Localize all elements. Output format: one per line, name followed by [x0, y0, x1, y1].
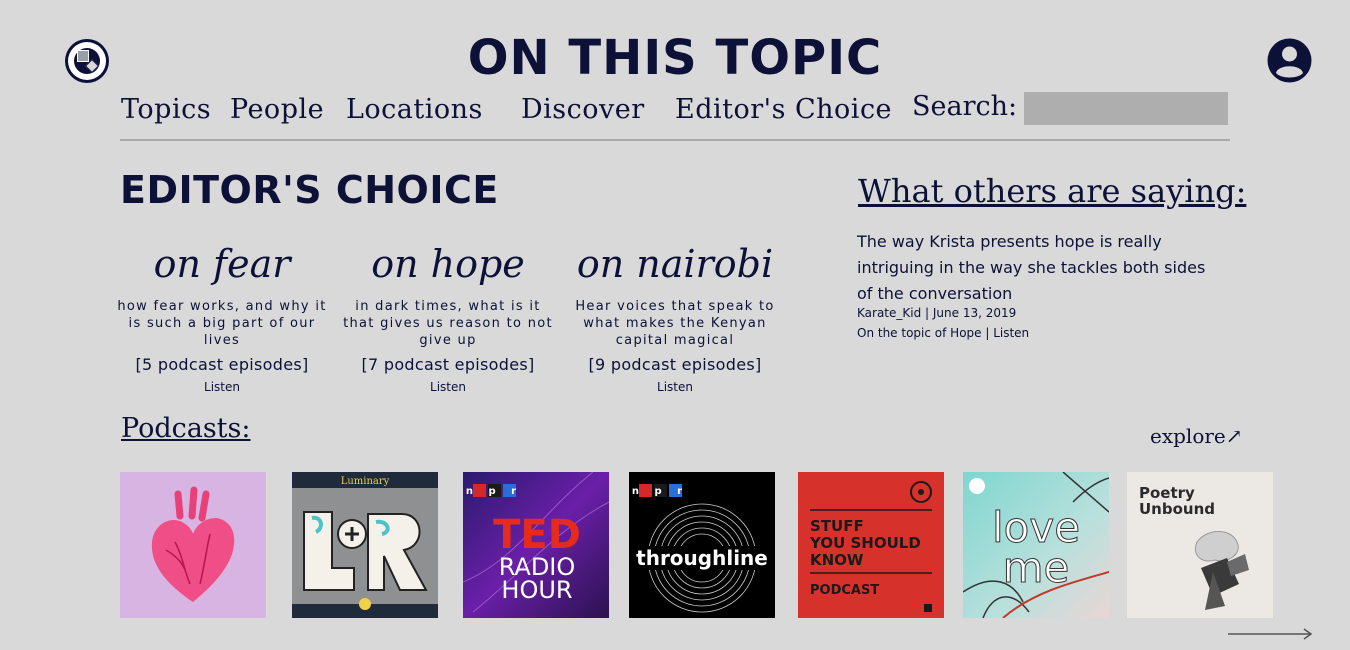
card-episode-count: [9 podcast episodes]	[588, 355, 762, 374]
hour-label: HOUR	[501, 576, 572, 604]
ted-label: TED	[493, 512, 581, 558]
podcast-tile-stuff-you-should-know[interactable]: STUFF YOU SHOULD KNOW PODCAST	[798, 472, 944, 618]
card-listen-link[interactable]: Listen	[570, 380, 780, 394]
card-listen-link[interactable]: Listen	[117, 380, 327, 394]
npr-label: n p r	[466, 486, 522, 497]
nav-topics[interactable]: Topics	[121, 94, 211, 125]
luminary-label: Luminary	[341, 476, 390, 487]
nav-divider	[120, 139, 1230, 141]
anatomical-heart-icon	[120, 472, 266, 618]
long-right-arrow-icon[interactable]	[1226, 624, 1314, 644]
stuff-label: STUFF	[810, 517, 864, 535]
nav-editors-choice[interactable]: Editor's Choice	[675, 94, 892, 125]
podcast-tile-luminary[interactable]: Luminary	[292, 472, 438, 618]
card-title[interactable]: on fear	[117, 236, 327, 292]
podcast-label: PODCAST	[810, 583, 879, 598]
editors-choice-title: EDITOR'S CHOICE	[120, 168, 499, 212]
topic-card-nairobi[interactable]: on nairobi Hear voices that speak to wha…	[570, 236, 780, 394]
review-topic-link[interactable]: On the topic of Hope | Listen	[857, 326, 1029, 340]
card-title[interactable]: on nairobi	[570, 236, 780, 292]
know-label: KNOW	[810, 551, 864, 569]
nav-locations[interactable]: Locations	[346, 94, 483, 125]
card-listen-link[interactable]: Listen	[343, 380, 553, 394]
podcasts-heading: Podcasts:	[121, 413, 251, 444]
topic-card-fear[interactable]: on fear how fear works, and why it is su…	[117, 236, 327, 394]
user-account-icon[interactable]	[1267, 38, 1312, 83]
search-input[interactable]	[1024, 92, 1228, 125]
topic-card-hope[interactable]: on hope in dark times, what is it that g…	[343, 236, 553, 394]
search-label: Search:	[912, 91, 1018, 122]
explore-link[interactable]: explore↗	[1150, 424, 1243, 448]
card-description: how fear works, and why it is such a big…	[117, 299, 327, 348]
unbound-label: Unbound	[1139, 500, 1215, 518]
others-heading: What others are saying:	[858, 172, 1247, 210]
you-should-label: YOU SHOULD	[809, 534, 921, 552]
nav-people[interactable]: People	[230, 94, 324, 125]
review-text: The way Krista presents hope is really i…	[857, 232, 1206, 303]
podcast-tile-heart[interactable]	[120, 472, 266, 618]
site-title: ON THIS TOPIC	[467, 30, 883, 86]
podcast-tile-throughline[interactable]: n p r throughline	[629, 472, 775, 618]
review-meta: Karate_Kid | June 13, 2019	[857, 306, 1017, 320]
card-episode-count: [5 podcast episodes]	[135, 355, 309, 374]
card-description: in dark times, what is it that gives us …	[343, 299, 553, 348]
throughline-label: throughline	[636, 546, 768, 570]
npr-label: n p r	[632, 486, 688, 497]
card-description: Hear voices that speak to what makes the…	[575, 299, 775, 348]
nav-discover[interactable]: Discover	[521, 94, 645, 125]
podcast-tile-love-me[interactable]: love me	[963, 472, 1109, 618]
podcast-tile-ted-radio-hour[interactable]: n p r TED RADIO HOUR	[463, 472, 609, 618]
podcast-tile-poetry-unbound[interactable]: Poetry Unbound	[1127, 472, 1273, 618]
me-label: me	[1003, 543, 1070, 592]
card-episode-count: [7 podcast episodes]	[361, 355, 535, 374]
card-title[interactable]: on hope	[343, 236, 553, 292]
